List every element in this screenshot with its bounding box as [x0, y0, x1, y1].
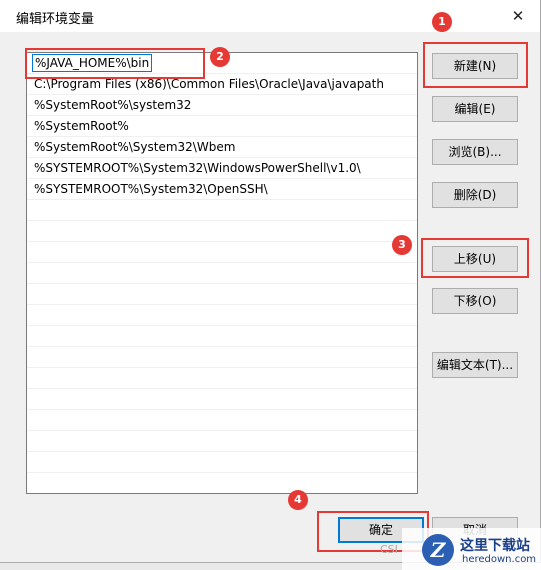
empty-row[interactable] — [27, 326, 417, 347]
list-item-text[interactable]: %JAVA_HOME%\bin — [32, 54, 153, 72]
empty-row[interactable] — [27, 473, 417, 493]
screen: 量 S 编辑环境变量 ✕ %JAVA_HOME%\bin C:\Program … — [0, 0, 541, 570]
title-bar: 编辑环境变量 ✕ — [0, 0, 540, 32]
list-item[interactable]: %SystemRoot% — [27, 116, 417, 137]
empty-row[interactable] — [27, 368, 417, 389]
list-item[interactable]: C:\Program Files (x86)\Common Files\Orac… — [27, 74, 417, 95]
move-down-button[interactable]: 下移(O) — [432, 288, 518, 314]
list-item-text: C:\Program Files (x86)\Common Files\Orac… — [34, 77, 384, 91]
list-item-text: %SYSTEMROOT%\System32\WindowsPowerShell\… — [34, 161, 361, 175]
empty-row[interactable] — [27, 452, 417, 473]
empty-row[interactable] — [27, 263, 417, 284]
site-watermark: Z 这里下载站 heredown.com — [402, 528, 541, 570]
site-logo-icon: Z — [422, 534, 454, 566]
empty-row[interactable] — [27, 305, 417, 326]
list-item[interactable]: %SYSTEMROOT%\System32\OpenSSH\ — [27, 179, 417, 200]
edit-env-var-dialog: 编辑环境变量 ✕ %JAVA_HOME%\bin C:\Program File… — [0, 0, 541, 563]
empty-row[interactable] — [27, 221, 417, 242]
path-list[interactable]: %JAVA_HOME%\bin C:\Program Files (x86)\C… — [26, 52, 418, 494]
watermark-cn-text: 这里下载站 — [460, 538, 530, 554]
new-button[interactable]: 新建(N) — [432, 53, 518, 79]
step-badge-3: 3 — [392, 235, 412, 255]
list-item-text: %SystemRoot% — [34, 119, 129, 133]
watermark-en-text: heredown.com — [462, 554, 537, 565]
step-badge-4: 4 — [288, 490, 308, 510]
list-item-text: %SystemRoot%\system32 — [34, 98, 192, 112]
empty-row[interactable] — [27, 284, 417, 305]
list-item[interactable]: %SYSTEMROOT%\System32\WindowsPowerShell\… — [27, 158, 417, 179]
delete-button[interactable]: 删除(D) — [432, 182, 518, 208]
empty-row[interactable] — [27, 347, 417, 368]
empty-row[interactable] — [27, 410, 417, 431]
empty-row[interactable] — [27, 431, 417, 452]
empty-row[interactable] — [27, 242, 417, 263]
step-badge-2: 2 — [210, 47, 230, 67]
list-item-text: %SystemRoot%\System32\Wbem — [34, 140, 236, 154]
list-item[interactable]: %SystemRoot%\System32\Wbem — [27, 137, 417, 158]
close-icon[interactable]: ✕ — [506, 5, 530, 27]
edit-text-button[interactable]: 编辑文本(T)... — [432, 352, 518, 378]
empty-row[interactable] — [27, 389, 417, 410]
dialog-title: 编辑环境变量 — [16, 12, 95, 27]
list-item[interactable]: %SystemRoot%\system32 — [27, 95, 417, 116]
list-item-text: %SYSTEMROOT%\System32\OpenSSH\ — [34, 182, 268, 196]
step-badge-1: 1 — [432, 12, 452, 32]
move-up-button[interactable]: 上移(U) — [432, 246, 518, 272]
csdn-watermark: CSI — [380, 543, 398, 556]
empty-row[interactable] — [27, 200, 417, 221]
edit-button[interactable]: 编辑(E) — [432, 96, 518, 122]
browse-button[interactable]: 浏览(B)... — [432, 139, 518, 165]
